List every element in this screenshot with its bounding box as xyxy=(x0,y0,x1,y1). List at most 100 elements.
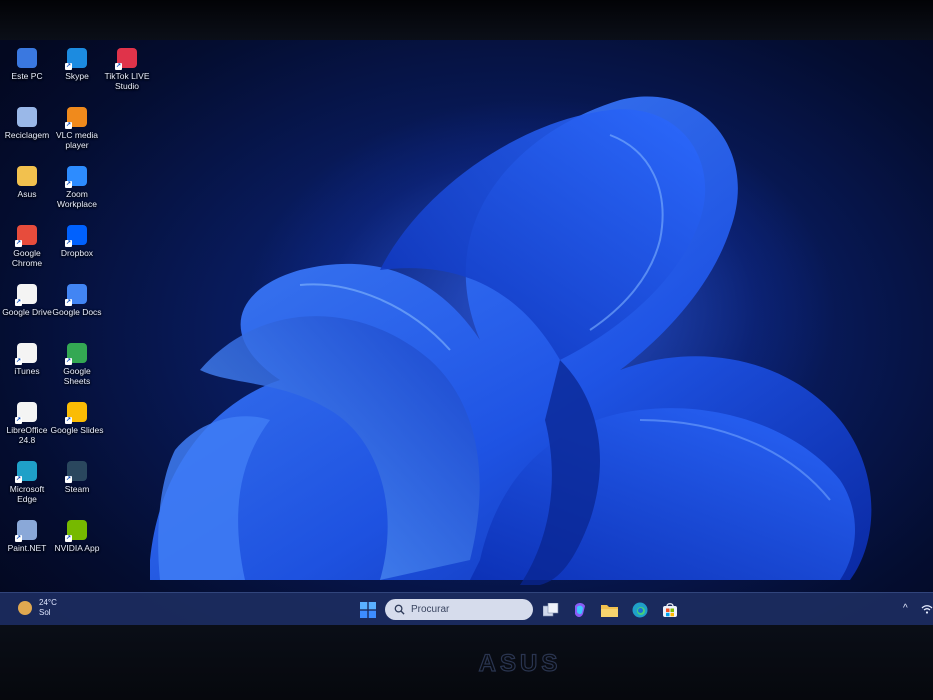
google-docs-icon: ↗ xyxy=(65,284,87,306)
desktop[interactable]: Este PC ↗ Skype ↗ TikTok LIVE Studio Reciclag… xyxy=(0,40,933,625)
shortcut-arrow-icon: ↗ xyxy=(65,299,72,306)
desktop-icon-dropbox[interactable]: ↗ Dropbox xyxy=(52,223,102,282)
desktop-icon-paintnet[interactable]: ↗ Paint.NET xyxy=(2,518,52,577)
google-drive-icon: ↗ xyxy=(15,284,37,306)
desktop-icon-chrome[interactable]: ↗ Google Chrome xyxy=(2,223,52,282)
desktop-icon-folder[interactable]: Asus xyxy=(2,164,52,223)
shortcut-arrow-icon: ↗ xyxy=(115,63,122,70)
tiktok-live-icon: ↗ xyxy=(115,48,137,70)
search-icon xyxy=(394,604,405,615)
paintnet-icon: ↗ xyxy=(15,520,37,542)
shortcut-arrow-icon: ↗ xyxy=(15,535,22,542)
empty-grid-cell xyxy=(102,105,152,164)
desktop-icon-label: VLC media player xyxy=(55,130,99,150)
zoom-icon: ↗ xyxy=(65,166,87,188)
shortcut-arrow-icon: ↗ xyxy=(15,476,22,483)
desktop-icon-label: TikTok LIVE Studio xyxy=(104,71,150,91)
desktop-icon-label: Google Docs xyxy=(52,307,102,317)
empty-grid-cell xyxy=(102,282,152,341)
desktop-icon-label: Este PC xyxy=(11,71,43,81)
desktop-icon-steam[interactable]: ↗ Steam xyxy=(52,459,102,518)
svg-text:ASUS: ASUS xyxy=(479,652,562,674)
empty-grid-cell xyxy=(102,400,152,459)
show-hidden-icons-chevron[interactable]: ^ xyxy=(903,603,908,614)
shortcut-arrow-icon: ↗ xyxy=(15,299,22,306)
weather-text: 24°C Sol xyxy=(39,598,57,618)
libreoffice-icon: ↗ xyxy=(15,402,37,424)
desktop-icon-google-drive[interactable]: ↗ Google Drive xyxy=(2,282,52,341)
weather-temperature: 24°C xyxy=(39,598,57,607)
empty-grid-cell xyxy=(102,223,152,282)
weather-widget[interactable]: 24°C Sol xyxy=(18,598,57,618)
monitor-icon xyxy=(17,48,37,68)
desktop-icon-label: Google Sheets xyxy=(63,366,91,386)
desktop-icon-label: Reciclagem xyxy=(4,130,50,140)
desktop-icon-google-sheets[interactable]: ↗ Google Sheets xyxy=(52,341,102,400)
shortcut-arrow-icon: ↗ xyxy=(65,63,72,70)
shortcut-arrow-icon: ↗ xyxy=(65,358,72,365)
desktop-icon-google-slides[interactable]: ↗ Google Slides xyxy=(50,400,104,459)
desktop-icon-vlc-cone[interactable]: ↗ VLC media player xyxy=(52,105,102,164)
desktop-icon-label: Dropbox xyxy=(60,248,94,258)
desktop-icon-label: Skype xyxy=(65,71,89,81)
empty-grid-cell xyxy=(102,341,152,400)
recycle-bin-icon xyxy=(17,107,37,127)
shortcut-arrow-icon: ↗ xyxy=(65,122,72,129)
chrome-icon: ↗ xyxy=(15,225,37,247)
vlc-cone-icon: ↗ xyxy=(65,107,87,129)
dropbox-icon: ↗ xyxy=(65,225,87,247)
desktop-icon-google-docs[interactable]: ↗ Google Docs xyxy=(52,282,102,341)
empty-grid-cell xyxy=(102,164,152,223)
start-button[interactable] xyxy=(360,602,376,618)
itunes-icon: ↗ xyxy=(15,343,37,365)
file-explorer-icon[interactable] xyxy=(601,602,618,618)
taskbar: 24°C Sol Procurar ^ xyxy=(0,592,933,626)
desktop-icon-zoom[interactable]: ↗ Zoom Workplace xyxy=(52,164,102,223)
desktop-icon-label: Steam xyxy=(64,484,90,494)
skype-icon: ↗ xyxy=(65,48,87,70)
nvidia-icon: ↗ xyxy=(65,520,87,542)
microsoft-store-icon[interactable] xyxy=(661,602,678,618)
desktop-icon-edge[interactable]: ↗ Microsoft Edge xyxy=(2,459,52,518)
shortcut-arrow-icon: ↗ xyxy=(65,476,72,483)
wifi-icon[interactable] xyxy=(921,604,933,614)
shortcut-arrow-icon: ↗ xyxy=(65,240,72,247)
desktop-icon-label: Microsoft Edge xyxy=(9,484,45,504)
desktop-icon-label: Google Drive xyxy=(2,307,52,317)
weather-condition: Sol xyxy=(39,608,51,617)
shortcut-arrow-icon: ↗ xyxy=(15,417,22,424)
desktop-icon-label: Asus xyxy=(17,189,37,199)
desktop-icon-grid: Este PC ↗ Skype ↗ TikTok LIVE Studio Reciclag… xyxy=(2,46,152,577)
shortcut-arrow-icon: ↗ xyxy=(65,417,72,424)
shortcut-arrow-icon: ↗ xyxy=(65,181,72,188)
desktop-icon-label: NVIDIA App xyxy=(54,543,100,553)
edge-icon: ↗ xyxy=(15,461,37,483)
desktop-icon-label: iTunes xyxy=(14,366,40,376)
search-placeholder: Procurar xyxy=(411,604,450,615)
desktop-icon-nvidia[interactable]: ↗ NVIDIA App xyxy=(52,518,102,577)
desktop-icon-itunes[interactable]: ↗ iTunes xyxy=(2,341,52,400)
sun-icon xyxy=(18,601,32,615)
edge-icon[interactable] xyxy=(631,602,648,618)
desktop-icon-recycle-bin[interactable]: Reciclagem xyxy=(2,105,52,164)
desktop-icon-label: Google Chrome xyxy=(11,248,43,268)
google-sheets-icon: ↗ xyxy=(65,343,87,365)
shortcut-arrow-icon: ↗ xyxy=(15,358,22,365)
copilot-icon[interactable] xyxy=(571,602,588,618)
task-view-icon[interactable] xyxy=(542,602,559,618)
desktop-icon-label: Google Slides xyxy=(50,425,104,435)
empty-grid-cell xyxy=(102,459,152,518)
desktop-icon-tiktok-live[interactable]: ↗ TikTok LIVE Studio xyxy=(102,46,152,105)
asus-logo: ASUS xyxy=(478,652,562,674)
desktop-icon-label: Paint.NET xyxy=(7,543,47,553)
google-slides-icon: ↗ xyxy=(65,402,87,424)
folder-icon xyxy=(17,166,37,186)
taskbar-search-box[interactable]: Procurar xyxy=(385,599,533,620)
shortcut-arrow-icon: ↗ xyxy=(15,240,22,247)
desktop-icon-label: Zoom Workplace xyxy=(57,189,97,209)
desktop-icon-libreoffice[interactable]: ↗ LibreOffice 24.8 xyxy=(2,400,52,459)
desktop-icon-monitor[interactable]: Este PC xyxy=(2,46,52,105)
desktop-icon-label: LibreOffice 24.8 xyxy=(6,425,48,445)
shortcut-arrow-icon: ↗ xyxy=(65,535,72,542)
desktop-icon-skype[interactable]: ↗ Skype xyxy=(52,46,102,105)
